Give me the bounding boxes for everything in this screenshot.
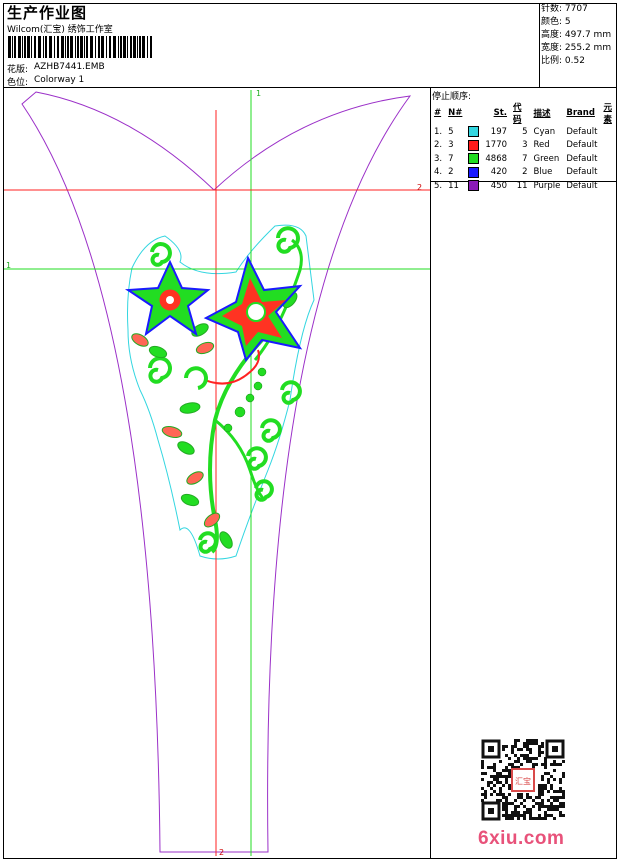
row-brand: Default — [566, 126, 598, 137]
row-needle: 2 — [448, 167, 454, 178]
row-desc: Blue — [533, 167, 553, 178]
col-needle: N# — [448, 108, 463, 118]
guide-label-green-v: 1 — [256, 89, 261, 98]
stat-scale: 比例: 0.52 — [541, 56, 585, 66]
row-index: 4. — [434, 167, 443, 178]
row-needle: 3 — [448, 140, 454, 151]
col-code: 代码 — [513, 103, 522, 125]
row-index: 2. — [434, 140, 443, 151]
design-label: 花版: — [7, 65, 29, 75]
row-code: 3 — [522, 140, 528, 151]
color-swatch — [468, 126, 480, 138]
svg-text:汇宝: 汇宝 — [515, 776, 531, 786]
color-swatch — [468, 153, 480, 165]
row-brand: Default — [566, 180, 598, 191]
row-needle: 5 — [448, 126, 454, 137]
guide-label-green-h: 1 — [6, 261, 11, 270]
row-code: 11 — [516, 180, 528, 191]
row-code: 7 — [522, 153, 528, 164]
color-table: # N# St. 代码 描述 Brand 元素 1. 5 197 5 Cyan Defau… — [431, 101, 620, 193]
color-row: 4. 2 420 2 Blue Default — [431, 166, 620, 180]
stat-colors: 颜色: 5 — [541, 17, 571, 27]
col-swatch — [465, 101, 482, 125]
row-swatch — [465, 139, 482, 153]
row-index: 1. — [434, 126, 443, 137]
stat-stitches: 针数: 7707 — [541, 4, 588, 14]
row-needle: 11 — [448, 180, 459, 191]
color-row: 2. 3 1770 3 Red Default — [431, 139, 620, 153]
row-needle: 7 — [448, 153, 454, 164]
design-file: AZHB7441.EMB — [34, 62, 105, 72]
row-index: 3. — [434, 153, 443, 164]
row-brand: Default — [566, 167, 598, 178]
row-desc: Cyan — [533, 126, 556, 137]
color-swatch — [468, 180, 480, 192]
color-row: 5. 11 450 11 Purple Default — [431, 179, 620, 193]
design-stats: 针数: 7707 颜色: 5 高度: 497.7 mm 宽度: 255.2 mm… — [541, 3, 611, 68]
panel-divider — [430, 87, 431, 859]
row-swatch — [465, 166, 482, 180]
row-swatch — [465, 125, 482, 139]
guide-label-red-v: 2 — [219, 848, 224, 857]
embroidery-motif — [124, 226, 303, 554]
colorway-label: 色位: — [7, 78, 29, 88]
row-stitches: 1770 — [485, 140, 508, 151]
row-stitches: 197 — [490, 126, 508, 137]
row-stitches: 4868 — [485, 153, 508, 164]
row-index: 5. — [434, 180, 443, 191]
col-element: 元素 — [603, 103, 612, 125]
seal-stamp-icon: 汇宝 — [511, 768, 535, 792]
row-swatch — [465, 179, 482, 193]
barcode-icon — [8, 36, 152, 58]
studio-name: Wilcom(汇宝) 绣饰工作室 — [7, 25, 113, 35]
row-desc: Green — [533, 153, 560, 164]
row-desc: Purple — [533, 180, 561, 191]
color-swatch — [468, 139, 480, 151]
row-code: 5 — [522, 126, 528, 137]
stat-height: 高度: 497.7 mm — [541, 30, 612, 40]
row-brand: Default — [566, 153, 598, 164]
row-brand: Default — [566, 140, 598, 151]
col-index: # — [434, 108, 442, 118]
color-swatch — [468, 166, 480, 178]
qr-code-icon: 汇宝 — [481, 739, 565, 821]
color-row: 1. 5 197 5 Cyan Default — [431, 125, 620, 139]
page-title: 生产作业图 — [7, 4, 88, 22]
col-desc: 描述 — [533, 109, 551, 119]
color-row: 3. 7 4868 7 Green Default — [431, 152, 620, 166]
stat-width: 宽度: 255.2 mm — [541, 43, 612, 53]
colorway-value: Colorway 1 — [34, 75, 85, 85]
col-stitches: St. — [493, 108, 508, 118]
row-swatch — [465, 152, 482, 166]
color-table-header: # N# St. 代码 描述 Brand 元素 — [431, 101, 620, 125]
row-desc: Red — [533, 140, 550, 151]
row-code: 2 — [522, 167, 528, 178]
col-brand: Brand — [566, 108, 595, 118]
watermark-logo: 6xiu.com — [478, 828, 565, 849]
design-canvas: 1 2 1 2 — [4, 89, 430, 857]
row-stitches: 420 — [490, 167, 508, 178]
stats-divider — [539, 3, 540, 88]
row-stitches: 450 — [490, 180, 508, 191]
guide-label-red-h: 2 — [417, 183, 422, 192]
